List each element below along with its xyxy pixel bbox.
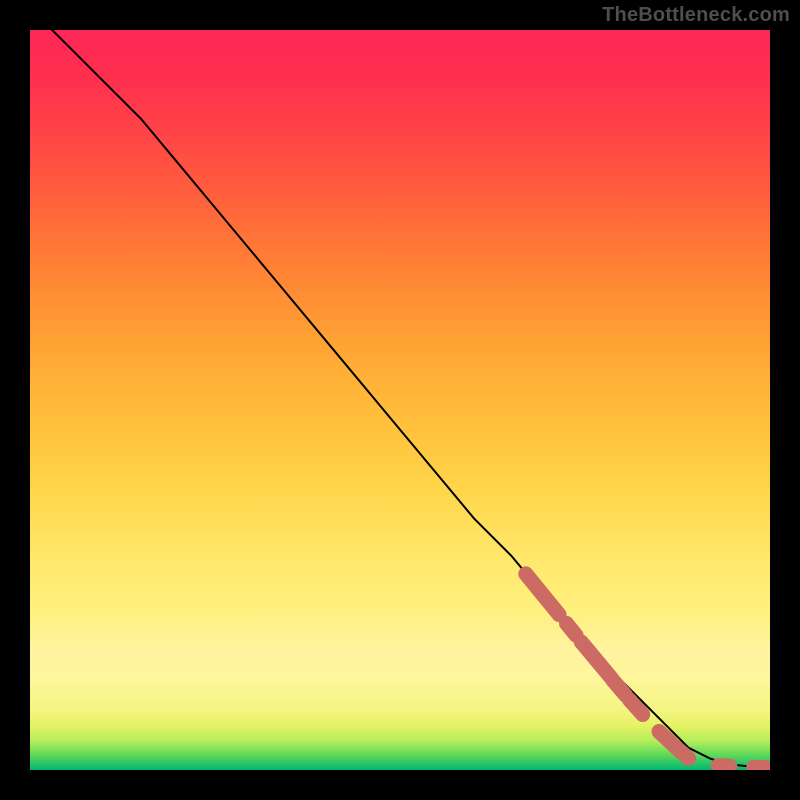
highlight-segment: [659, 732, 670, 742]
highlight-segment: [718, 766, 730, 767]
highlight-segment: [613, 681, 626, 696]
attribution-text: TheBottleneck.com: [602, 4, 790, 27]
highlight-segment: [581, 642, 611, 678]
chart-stage: TheBottleneck.com: [0, 0, 800, 800]
curve-line: [52, 30, 770, 768]
highlight-segment: [629, 700, 642, 715]
highlight-segment: [526, 574, 559, 615]
plot-area: [30, 30, 770, 770]
highlight-segment: [674, 746, 689, 759]
chart-overlay: [30, 30, 770, 770]
highlight-segment: [567, 624, 577, 636]
